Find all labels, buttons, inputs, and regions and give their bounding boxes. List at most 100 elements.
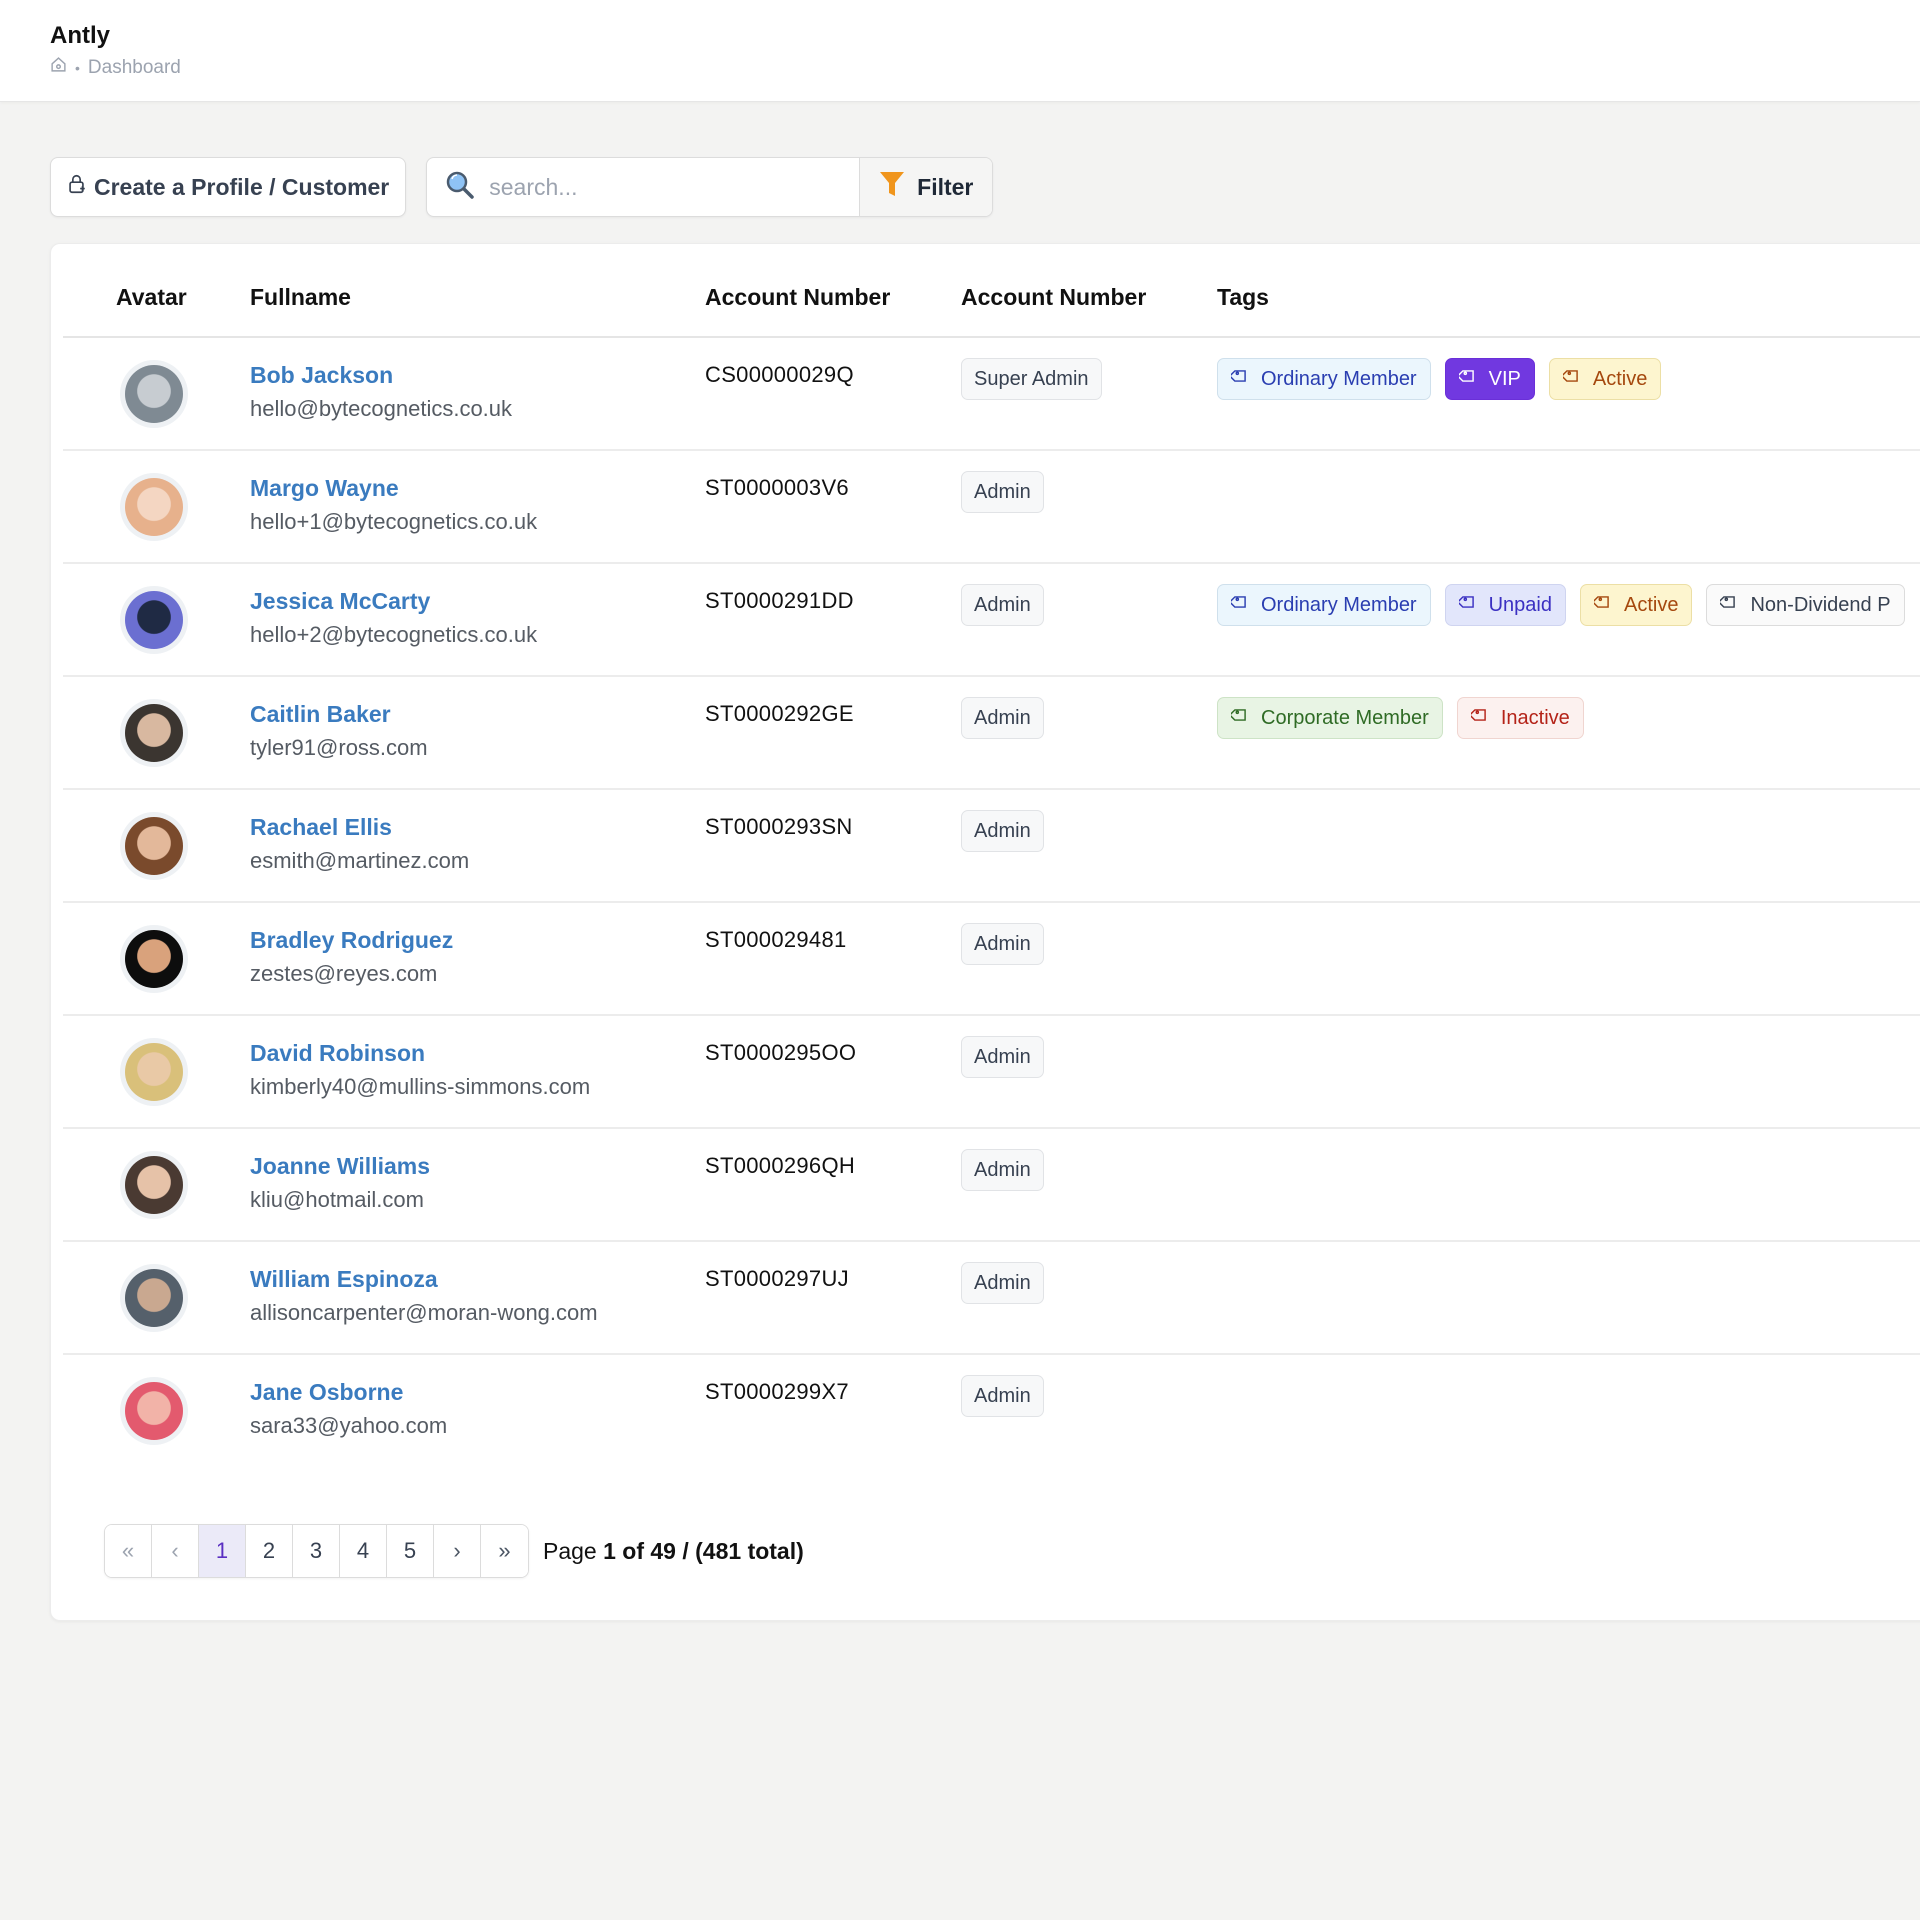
page-button-4[interactable]: 4: [340, 1525, 387, 1577]
last-page-button[interactable]: »: [481, 1525, 528, 1577]
first-page-button[interactable]: «: [105, 1525, 152, 1577]
tag-icon: [1561, 367, 1581, 391]
table-row[interactable]: Jane Osborne sara33@yahoo.com ST0000299X7 A…: [63, 1355, 1920, 1468]
customer-name-link[interactable]: David Robinson: [250, 1040, 425, 1067]
role-badge: Admin: [961, 697, 1044, 739]
create-profile-button[interactable]: Create a Profile / Customer: [50, 157, 407, 217]
column-header-fullname[interactable]: Fullname: [250, 284, 351, 311]
avatar[interactable]: [120, 1151, 188, 1219]
customer-email: esmith@martinez.com: [250, 848, 470, 873]
avatar-photo: [125, 704, 183, 762]
role-badge: Admin: [961, 1036, 1044, 1078]
tag-active[interactable]: Active: [1580, 584, 1693, 626]
tag-ordinary[interactable]: Ordinary Member: [1217, 358, 1431, 400]
funnel-icon: [879, 169, 905, 205]
table-row[interactable]: David Robinson kimberly40@mullins-simmons…: [63, 1016, 1920, 1129]
customer-name-link[interactable]: Rachael Ellis: [250, 814, 392, 841]
customer-name-link[interactable]: Bradley Rodriguez: [250, 927, 453, 954]
tag-label: Active: [1592, 367, 1648, 390]
avatar[interactable]: [120, 360, 188, 428]
avatar[interactable]: [120, 473, 188, 541]
customer-email: hello@bytecognetics.co.uk: [250, 396, 513, 421]
filter-button[interactable]: Filter: [859, 158, 993, 216]
customer-name-link[interactable]: Bob Jackson: [250, 362, 393, 389]
pagination-controls: « ‹ 1 2 3 4 5 › »: [104, 1524, 529, 1578]
avatar-photo: [125, 365, 183, 423]
avatar[interactable]: [120, 812, 188, 880]
customer-name-link[interactable]: Margo Wayne: [250, 475, 399, 502]
avatar-photo: [125, 1043, 183, 1101]
top-header: Antly • Dashboard: [0, 0, 1920, 102]
role-badge: Super Admin: [961, 358, 1102, 400]
search-box[interactable]: [427, 158, 859, 216]
customer-name-link[interactable]: Caitlin Baker: [250, 701, 391, 728]
customer-email: zestes@reyes.com: [250, 961, 438, 986]
tag-vip[interactable]: VIP: [1444, 358, 1535, 400]
tag-icon: [1229, 593, 1249, 617]
column-header-avatar[interactable]: Avatar: [116, 284, 187, 311]
table-header: Avatar Fullname Account Number Account N…: [63, 244, 1920, 338]
home-icon[interactable]: [50, 56, 67, 79]
tag-label: Inactive: [1500, 706, 1570, 729]
page-button-5[interactable]: 5: [387, 1525, 434, 1577]
account-number: CS00000029Q: [705, 362, 854, 387]
previous-page-button[interactable]: ‹: [152, 1525, 199, 1577]
customer-email: kimberly40@mullins-simmons.com: [250, 1074, 591, 1099]
customer-name-link[interactable]: Jane Osborne: [250, 1379, 403, 1406]
avatar[interactable]: [120, 925, 188, 993]
avatar[interactable]: [120, 699, 188, 767]
tag-corporate[interactable]: Corporate Member: [1217, 697, 1443, 739]
customer-email: sara33@yahoo.com: [250, 1413, 448, 1438]
table-row[interactable]: Bradley Rodriguez zestes@reyes.com ST00002…: [63, 903, 1920, 1016]
page-button-2[interactable]: 2: [246, 1525, 293, 1577]
customer-email: kliu@hotmail.com: [250, 1187, 424, 1212]
avatar-photo: [125, 817, 183, 875]
column-header-account-number[interactable]: Account Number: [705, 284, 890, 311]
tag-active[interactable]: Active: [1548, 358, 1662, 400]
breadcrumb: • Dashboard: [50, 56, 181, 79]
customer-email: hello+2@bytecognetics.co.uk: [250, 622, 538, 647]
role-badge: Admin: [961, 584, 1044, 626]
table-row[interactable]: Margo Wayne hello+1@bytecognetics.co.uk ST…: [63, 451, 1920, 564]
avatar[interactable]: [120, 586, 188, 654]
customer-name-link[interactable]: William Espinoza: [250, 1266, 438, 1293]
role-badge: Admin: [961, 923, 1044, 965]
tag-icon: [1229, 367, 1249, 391]
account-number: ST0000299X7: [705, 1379, 849, 1404]
table-row[interactable]: Joanne Williams kliu@hotmail.com ST0000296…: [63, 1129, 1920, 1242]
avatar[interactable]: [120, 1377, 188, 1445]
pagination: « ‹ 1 2 3 4 5 › » Page 1 of 49 / (481 to…: [104, 1524, 804, 1578]
search-group: Filter: [426, 157, 994, 217]
account-number: ST0000293SN: [705, 814, 853, 839]
account-number: ST0000291DD: [705, 588, 854, 613]
page-button-3[interactable]: 3: [293, 1525, 340, 1577]
column-header-account-role[interactable]: Account Number: [961, 284, 1146, 311]
app-title: Antly: [50, 22, 110, 49]
table-row[interactable]: William Espinoza allisoncarpenter@moran-w…: [63, 1242, 1920, 1355]
customer-name-link[interactable]: Joanne Williams: [250, 1153, 430, 1180]
customer-name-link[interactable]: Jessica McCarty: [250, 588, 430, 615]
avatar[interactable]: [120, 1038, 188, 1106]
role-badge: Admin: [961, 810, 1044, 852]
avatar-photo: [125, 930, 183, 988]
table-row[interactable]: Jessica McCarty hello+2@bytecognetics.co.…: [63, 564, 1920, 677]
page-info-count: 1 of 49 / (481 total): [603, 1537, 804, 1564]
role-badge: Admin: [961, 1375, 1044, 1417]
tag-unpaid[interactable]: Unpaid: [1444, 584, 1566, 626]
role-badge: Admin: [961, 471, 1044, 513]
table-row[interactable]: Bob Jackson hello@bytecognetics.co.uk CS00…: [63, 338, 1920, 451]
avatar[interactable]: [120, 1264, 188, 1332]
table-row[interactable]: Caitlin Baker tyler91@ross.com ST0000292GE…: [63, 677, 1920, 790]
search-input[interactable]: [489, 173, 820, 201]
page-button-1[interactable]: 1: [199, 1525, 246, 1577]
breadcrumb-current[interactable]: Dashboard: [88, 57, 181, 79]
column-header-tags[interactable]: Tags: [1217, 284, 1269, 311]
customer-email: tyler91@ross.com: [250, 735, 428, 760]
user-lock-icon: [67, 173, 86, 201]
avatar-photo: [125, 1156, 183, 1214]
tag-nondividend[interactable]: Non-Dividend P: [1706, 584, 1905, 626]
table-row[interactable]: Rachael Ellis esmith@martinez.com ST000029…: [63, 790, 1920, 903]
tag-ordinary[interactable]: Ordinary Member: [1217, 584, 1431, 626]
tag-inactive[interactable]: Inactive: [1456, 697, 1584, 739]
next-page-button[interactable]: ›: [434, 1525, 481, 1577]
